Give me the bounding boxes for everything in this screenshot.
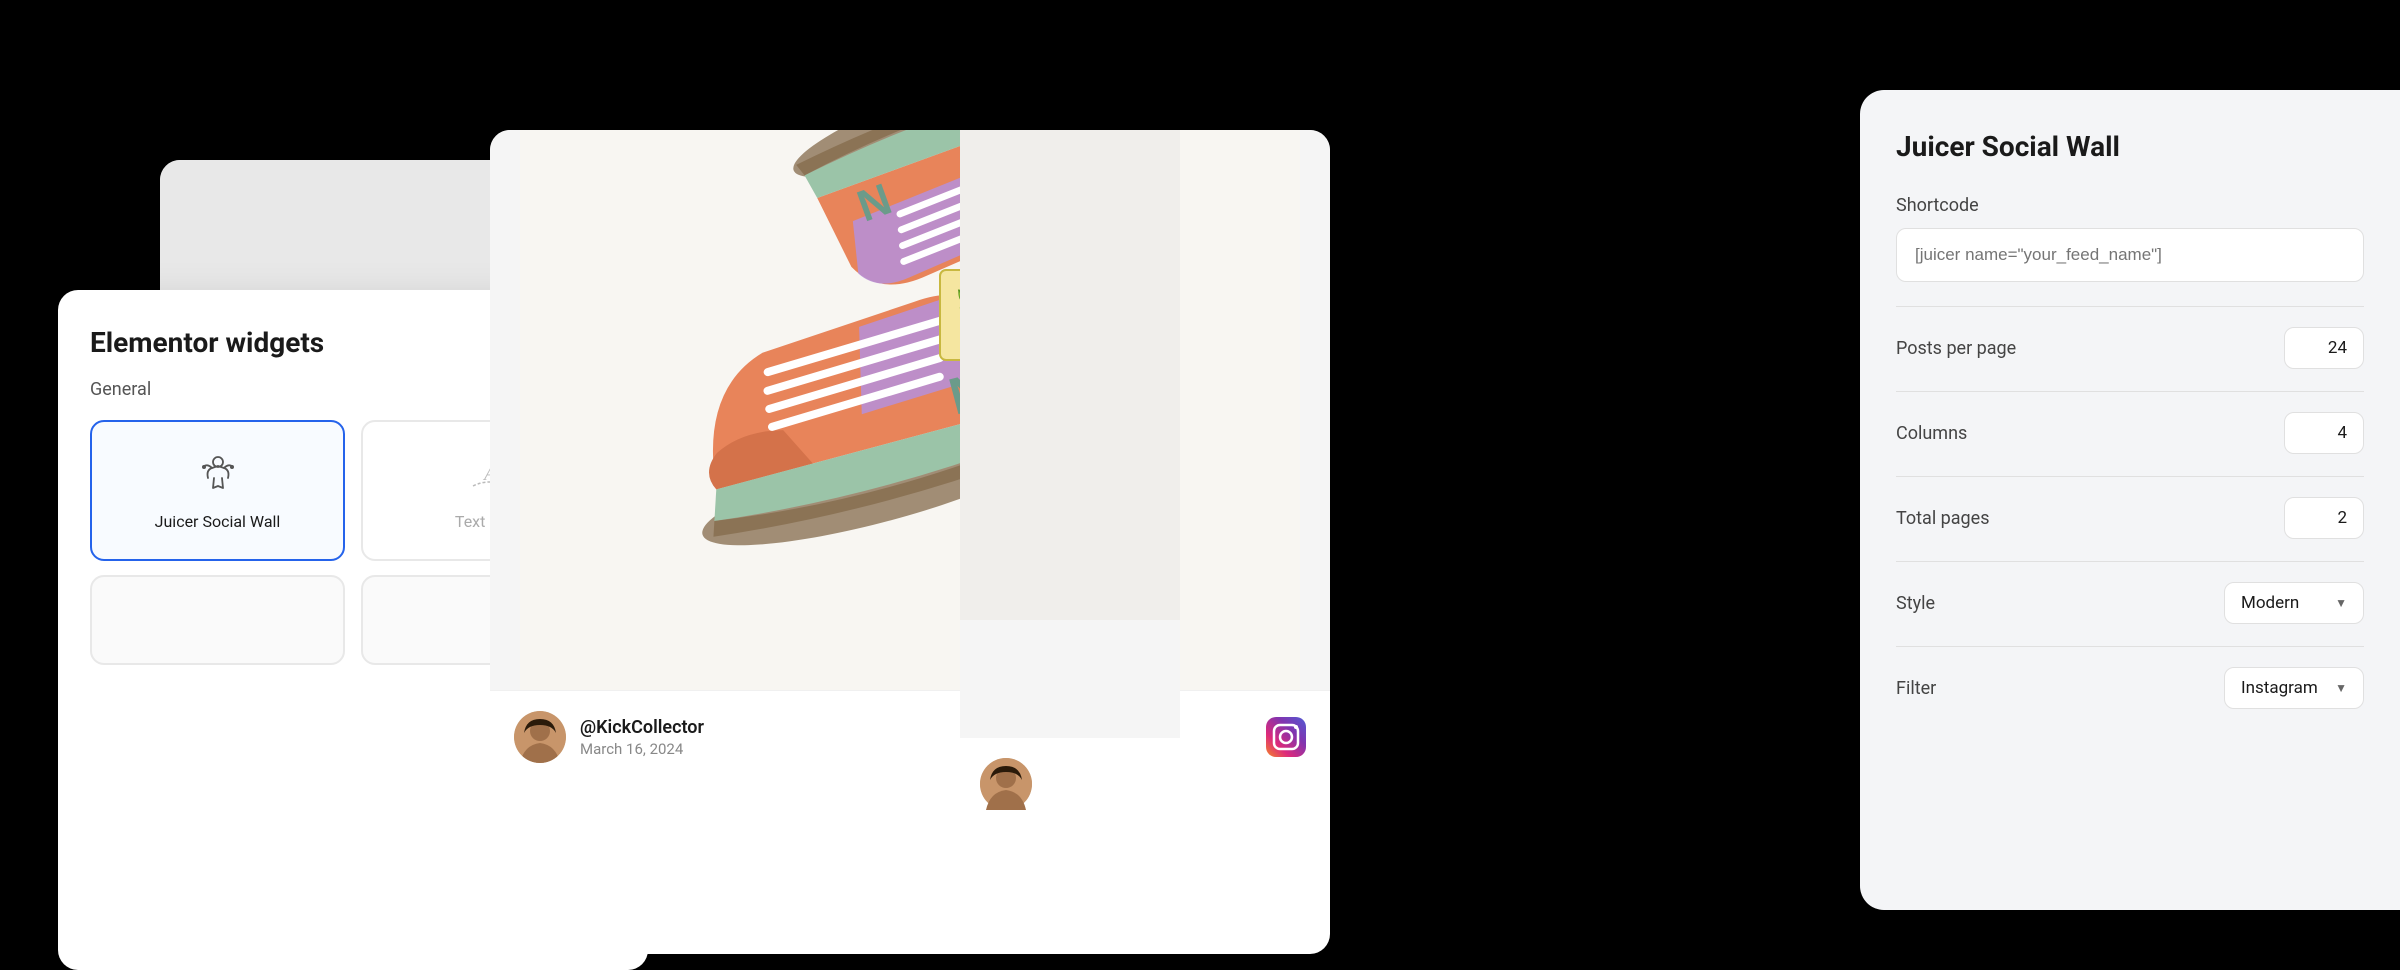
post-avatar — [514, 711, 566, 763]
post-date: March 16, 2024 — [580, 740, 704, 758]
posts-per-page-label: Posts per page — [1896, 338, 2016, 359]
avatar-svg — [514, 711, 566, 763]
style-label: Style — [1896, 593, 1935, 614]
shortcode-label: Shortcode — [1896, 195, 2364, 216]
columns-value[interactable]: 4 — [2284, 412, 2364, 454]
total-pages-row: Total pages 2 — [1896, 497, 2364, 539]
feed-post-user: @KickCollector March 16, 2024 — [514, 711, 704, 763]
total-pages-label: Total pages — [1896, 508, 1990, 529]
juicer-icon — [194, 450, 242, 498]
third-card-image — [960, 130, 1180, 620]
filter-select[interactable]: Instagram ▼ — [2224, 667, 2364, 709]
third-avatar-svg — [980, 758, 1032, 810]
filter-row: Filter Instagram ▼ — [1896, 667, 2364, 709]
settings-title: Juicer Social Wall — [1896, 130, 2364, 163]
username: @KickCollector — [580, 717, 704, 738]
posts-per-page-row: Posts per page 24 — [1896, 327, 2364, 369]
style-row: Style Modern ▼ — [1896, 582, 2364, 624]
divider-2 — [1896, 391, 2364, 392]
sneaker-illustration: N 🌿 — [520, 130, 1300, 690]
juicer-widget-label: Juicer Social Wall — [155, 512, 281, 531]
filter-label: Filter — [1896, 678, 1936, 699]
style-chevron-icon: ▼ — [2335, 596, 2347, 610]
filter-chevron-icon: ▼ — [2335, 681, 2347, 695]
user-info: @KickCollector March 16, 2024 — [580, 717, 704, 758]
social-feed-card: N 🌿 — [490, 130, 1330, 954]
settings-panel: Juicer Social Wall Shortcode Posts per p… — [1860, 90, 2400, 910]
divider-3 — [1896, 476, 2364, 477]
third-card-footer — [960, 738, 1180, 830]
columns-row: Columns 4 — [1896, 412, 2364, 454]
posts-per-page-value[interactable]: 24 — [2284, 327, 2364, 369]
divider-5 — [1896, 646, 2364, 647]
widget-juicer-social-wall[interactable]: Juicer Social Wall — [90, 420, 345, 561]
third-card-avatar — [980, 758, 1032, 810]
shortcode-input[interactable] — [1896, 228, 2364, 282]
shortcode-field: Shortcode — [1896, 195, 2364, 282]
total-pages-value[interactable]: 2 — [2284, 497, 2364, 539]
columns-label: Columns — [1896, 423, 1967, 444]
widget-placeholder-1 — [90, 575, 345, 665]
filter-value: Instagram — [2241, 678, 2318, 698]
feed-post-footer: @KickCollector March 16, 2024 — [490, 690, 1330, 783]
style-select[interactable]: Modern ▼ — [2224, 582, 2364, 624]
feed-post-image: N 🌿 — [490, 130, 1330, 690]
juicer-svg-icon — [194, 450, 242, 498]
style-value: Modern — [2241, 593, 2299, 613]
third-card — [960, 130, 1180, 830]
divider-4 — [1896, 561, 2364, 562]
divider-1 — [1896, 306, 2364, 307]
scene: Elementor widgets General — [0, 0, 2400, 954]
instagram-svg-icon — [1266, 717, 1306, 757]
instagram-icon — [1266, 717, 1306, 757]
